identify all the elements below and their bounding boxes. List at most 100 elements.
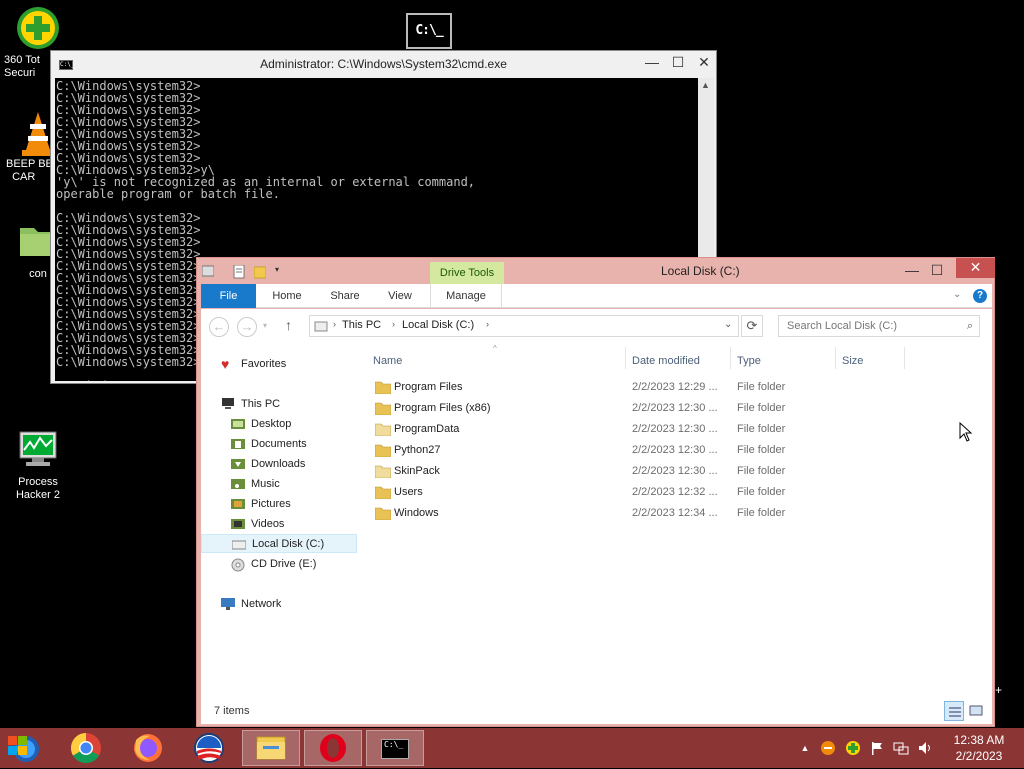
- action-center-flag-icon[interactable]: [869, 740, 885, 756]
- nav-item-cd-drive[interactable]: CD Drive (E:): [231, 555, 316, 574]
- cmd-title-bar[interactable]: C:\_ Administrator: C:\Windows\System32\…: [51, 51, 716, 77]
- close-button[interactable]: ✕: [691, 53, 717, 73]
- recent-locations-icon[interactable]: ▾: [263, 321, 267, 330]
- close-button[interactable]: ✕: [956, 258, 995, 278]
- desktop-folder-icon: [231, 418, 245, 430]
- tab-manage[interactable]: Manage: [430, 284, 502, 308]
- minimize-button[interactable]: —: [899, 261, 925, 281]
- breadcrumb-this-pc[interactable]: This PC: [342, 319, 381, 331]
- show-hidden-icons-icon[interactable]: ▲: [797, 740, 813, 756]
- explorer-title-bar[interactable]: ▾ Drive Tools Local Disk (C:) — ☐ ✕: [197, 258, 995, 284]
- breadcrumb-separator-icon: ›: [333, 319, 336, 329]
- file-row[interactable]: SkinPack 2/2/2023 12:30 ... File folder: [357, 461, 992, 482]
- minimize-button[interactable]: —: [639, 53, 665, 73]
- file-row[interactable]: Python27 2/2/2023 12:30 ... File folder: [357, 440, 992, 461]
- opera-taskbar-button[interactable]: [304, 730, 362, 766]
- nav-item-videos[interactable]: Videos: [231, 515, 284, 534]
- nav-item-network[interactable]: Network: [221, 595, 281, 614]
- network-icon: [221, 598, 235, 610]
- obama-taskbar-button[interactable]: [180, 730, 238, 766]
- address-bar[interactable]: › This PC › Local Disk (C:) › ⌄: [309, 315, 739, 337]
- tab-home[interactable]: Home: [263, 284, 311, 308]
- file-type: File folder: [737, 381, 786, 393]
- column-header-name[interactable]: Name: [373, 355, 402, 367]
- ribbon-expand-icon[interactable]: ⌄: [953, 289, 961, 300]
- cmd-taskbar-button[interactable]: C:\_: [366, 730, 424, 766]
- new-folder-icon[interactable]: [253, 265, 267, 279]
- forward-button[interactable]: →: [237, 317, 257, 337]
- nav-item-pictures[interactable]: Pictures: [231, 495, 291, 514]
- music-folder-icon: [231, 478, 245, 490]
- pictures-folder-icon: [231, 498, 245, 510]
- column-header-type[interactable]: Type: [737, 355, 761, 367]
- breadcrumb-separator-icon: ›: [392, 319, 395, 329]
- tab-view[interactable]: View: [376, 284, 424, 308]
- nav-item-favorites[interactable]: ♥ Favorites: [221, 355, 286, 374]
- tray-orange-app-icon[interactable]: [820, 740, 836, 756]
- tab-file[interactable]: File: [201, 284, 256, 308]
- search-input[interactable]: Search Local Disk (C:) ⌕: [778, 315, 980, 337]
- file-type: File folder: [737, 402, 786, 414]
- nav-item-documents[interactable]: Documents: [231, 435, 307, 454]
- folder-icon: [374, 423, 392, 437]
- breadcrumb-local-disk[interactable]: Local Disk (C:): [402, 319, 474, 331]
- cmd-desktop-icon[interactable]: C:\_: [406, 13, 452, 49]
- large-icons-view-button[interactable]: [968, 701, 986, 721]
- firefox-icon: [134, 734, 162, 762]
- nav-item-this-pc[interactable]: This PC: [221, 395, 280, 414]
- file-name: Windows: [394, 507, 439, 519]
- console-line: operable program or batch file.: [56, 187, 280, 201]
- maximize-button[interactable]: ☐: [665, 53, 691, 73]
- file-row[interactable]: Program Files 2/2/2023 12:29 ... File fold…: [357, 377, 992, 398]
- drive-icon: [314, 321, 328, 332]
- network-tray-icon[interactable]: [893, 740, 909, 756]
- file-row[interactable]: ProgramData 2/2/2023 12:30 ... File folder: [357, 419, 992, 440]
- clock[interactable]: 12:38 AM 2/2/2023: [944, 732, 1014, 764]
- column-header-date-modified[interactable]: Date modified: [632, 355, 700, 367]
- file-row[interactable]: Windows 2/2/2023 12:34 ... File folder: [357, 503, 992, 524]
- quick-access-dropdown-icon[interactable]: ▾: [275, 265, 287, 277]
- column-header-size[interactable]: Size: [842, 355, 863, 367]
- status-bar: 7 items: [201, 698, 992, 724]
- clock-time: 12:38 AM: [953, 733, 1005, 747]
- mouse-cursor: [959, 421, 973, 445]
- file-row[interactable]: Users 2/2/2023 12:32 ... File folder: [357, 482, 992, 503]
- nav-item-desktop[interactable]: Desktop: [231, 415, 291, 434]
- videos-folder-icon: [231, 518, 245, 530]
- item-count: 7 items: [214, 705, 250, 717]
- chrome-taskbar-button[interactable]: [60, 730, 118, 766]
- details-view-button[interactable]: [944, 701, 964, 721]
- desktop-icon-label: Process Hacker 2: [15, 476, 61, 501]
- sort-ascending-icon: ^: [493, 344, 497, 353]
- address-dropdown-icon[interactable]: ⌄: [724, 319, 732, 330]
- scroll-up-icon[interactable]: ▲: [701, 80, 710, 90]
- tab-share[interactable]: Share: [320, 284, 370, 308]
- desktop-icon-process-hacker[interactable]: Process Hacker 2: [6, 428, 70, 502]
- back-button[interactable]: ←: [209, 317, 229, 337]
- process-hacker-icon: [16, 428, 60, 472]
- properties-icon[interactable]: [233, 264, 245, 279]
- refresh-button[interactable]: ⟳: [741, 315, 763, 337]
- file-explorer-taskbar-button[interactable]: [242, 730, 300, 766]
- drive-tools-context-tab: Drive Tools: [430, 262, 504, 284]
- tray-360-security-icon[interactable]: [845, 740, 861, 756]
- help-icon[interactable]: ?: [973, 289, 987, 303]
- file-row[interactable]: Program Files (x86) 2/2/2023 12:30 ... Fil…: [357, 398, 992, 419]
- nav-item-music[interactable]: Music: [231, 475, 280, 494]
- drive-icon: [231, 538, 247, 550]
- documents-folder-icon: [231, 438, 245, 450]
- nav-item-downloads[interactable]: Downloads: [231, 455, 305, 474]
- ribbon-tabs: File Home Share View Manage ⌄ ?: [201, 284, 992, 308]
- computer-icon: [221, 398, 235, 410]
- system-menu-icon[interactable]: [201, 265, 215, 277]
- explorer-window[interactable]: ▾ Drive Tools Local Disk (C:) — ☐ ✕ File…: [196, 257, 995, 727]
- start-button[interactable]: [0, 730, 58, 766]
- up-button[interactable]: ↑: [285, 317, 292, 333]
- volume-icon[interactable]: [917, 740, 933, 756]
- clock-date: 2/2/2023: [955, 749, 1003, 763]
- nav-item-local-disk[interactable]: Local Disk (C:): [201, 534, 357, 553]
- firefox-taskbar-button[interactable]: [120, 730, 178, 766]
- folder-icon: [374, 381, 392, 395]
- folder-icon: [374, 507, 392, 521]
- maximize-button[interactable]: ☐: [924, 261, 950, 281]
